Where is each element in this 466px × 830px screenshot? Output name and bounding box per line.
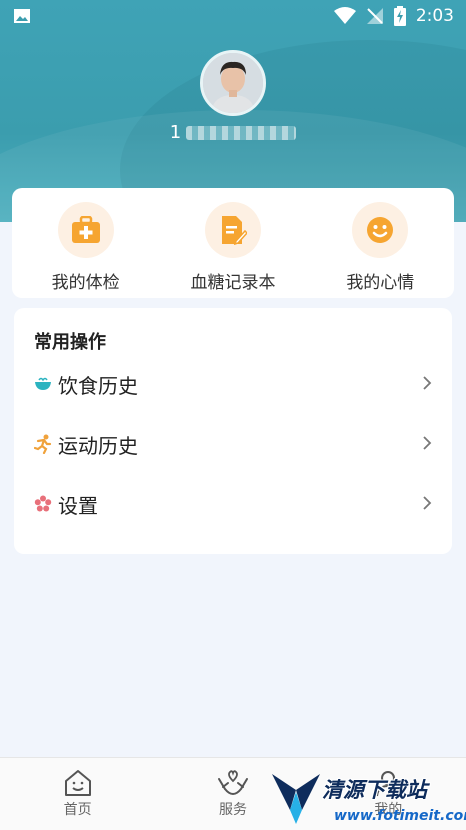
medical-kit-icon [57,202,114,258]
phone-masked [186,126,297,140]
nav-label: 服务 [218,802,247,818]
quick-actions-card: 我的体检 血糖记录本 我的心情 [12,188,454,298]
running-icon [34,434,52,454]
home-icon [63,769,93,797]
common-operations-title: 常用操作 [34,332,106,353]
quick-action-checkup[interactable]: 我的体检 [21,202,151,293]
phone-number: 1 [0,122,466,143]
battery-charging-icon [393,6,406,26]
chevron-right-icon [422,372,432,396]
menu-item-label: 设置 [58,493,98,518]
no-signal-icon [366,7,384,25]
quick-action-label: 我的心情 [346,273,415,293]
bowl-icon [34,377,52,391]
watermark: 清源下载站 www.fotimeit.com [270,770,466,828]
quick-action-label: 我的体检 [51,273,120,293]
status-time: 2:03 [415,6,454,26]
image-icon [12,6,32,26]
watermark-url: www.fotimeit.com [334,808,466,824]
menu-item-diet-history[interactable]: 饮食历史 [34,354,432,414]
menu-item-label: 运动历史 [58,433,138,458]
notebook-icon [204,202,261,258]
nav-label: 首页 [63,802,92,818]
quick-action-glucose-log[interactable]: 血糖记录本 [168,202,298,293]
user-avatar[interactable] [200,50,266,116]
common-operations-card: 常用操作 饮食历史 运动历史 设置 [14,308,452,554]
chevron-right-icon [422,492,432,516]
smile-icon [352,202,409,258]
menu-item-label: 饮食历史 [58,373,138,398]
nav-tab-home[interactable]: 首页 [28,769,128,819]
watermark-text: 清源下载站 [322,778,427,802]
chevron-right-icon [422,432,432,456]
wifi-icon [333,7,356,25]
hands-heart-icon [217,769,249,797]
watermark-logo-icon [272,774,320,824]
quick-action-mood[interactable]: 我的心情 [315,202,445,293]
flower-gear-icon [34,495,52,513]
menu-item-exercise-history[interactable]: 运动历史 [34,414,432,474]
quick-action-label: 血糖记录本 [190,273,276,293]
nav-tab-services[interactable]: 服务 [183,769,283,819]
status-bar: 2:03 [0,0,466,32]
phone-prefix: 1 [169,122,183,143]
menu-item-settings[interactable]: 设置 [34,474,432,534]
